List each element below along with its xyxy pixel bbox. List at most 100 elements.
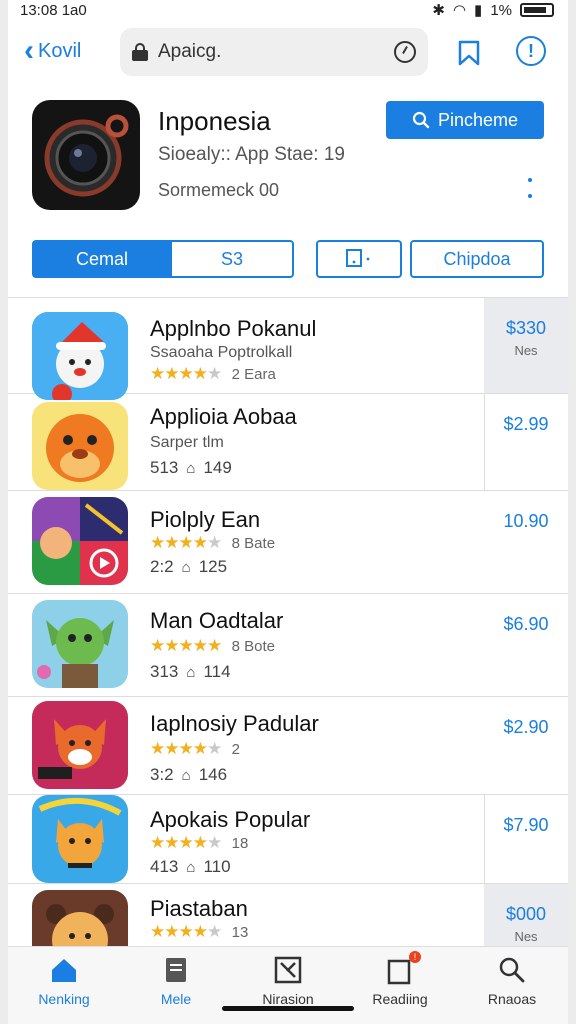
app-rating: ★★★★★ 18 (150, 833, 249, 852)
app-meta: 2:2 ⌂ 125 (150, 557, 228, 576)
install-icon: ⌂ (181, 558, 191, 576)
list-item[interactable]: Man Oadtalar ★★★★★ 8 Bote 313 ⌂ 114 $6.9… (8, 594, 568, 697)
app-name: Apokais Popular (150, 807, 311, 832)
app-price: $000 (505, 904, 547, 924)
app-icon-goblin (32, 600, 128, 688)
battery-label: 1% (490, 1, 512, 19)
list-item[interactable]: Applioia Aobaa Sarper tlm 513 ⌂ 149 $2.9… (8, 394, 568, 491)
tab-rnaoas[interactable]: Rnaoas (456, 947, 568, 1024)
list-item[interactable]: Piastaban ★★★★★ 13 $000 Nes (8, 884, 568, 946)
tab-readiing[interactable]: ! Readiing (344, 947, 456, 1024)
app-price: $6.90 (503, 614, 549, 634)
install-icon: ⌂ (186, 858, 196, 876)
app-rating: ★★★★★ 2 Eara (150, 364, 276, 383)
app-name: Iaplnosiy Padular (150, 711, 319, 736)
list-item[interactable]: Applnbo Pokanul Ssaoaha Poptrolkall ★★★★… (8, 298, 568, 400)
notifications-icon: ! (385, 951, 421, 985)
tab-bar: Nenking Mele Nirasion ! Readiing Rnaoas (8, 946, 568, 1024)
list-item[interactable]: Iaplnosiy Padular ★★★★★ 2 3:2 ⌂ 146 $2.9… (8, 697, 568, 795)
install-icon: ⌂ (186, 663, 196, 681)
star-rating-icon: ★★★★★ (150, 739, 222, 758)
lock-icon (132, 43, 148, 61)
segment-control: Cemal S3 Chipdoa (8, 240, 568, 278)
app-icon (32, 100, 140, 210)
app-rating: ★★★★★ 8 Bote (150, 636, 276, 655)
app-icon-bear (32, 890, 128, 946)
home-icon (52, 959, 76, 982)
star-rating-icon: ★★★★★ (150, 922, 222, 941)
app-name: Piolply Ean (150, 507, 261, 532)
chevron-left-icon: ‹ (24, 34, 34, 67)
segment-tab-1[interactable]: Cemal (32, 240, 172, 278)
bluetooth-icon: ✱ (432, 2, 445, 19)
app-meta: Sormemeck 00 (158, 180, 280, 200)
price-column[interactable]: $6.90 (484, 594, 568, 696)
app-icon-bird (32, 402, 128, 490)
price-column[interactable]: $000 Nes (484, 884, 568, 946)
more-options-icon[interactable] (527, 178, 533, 198)
back-label: Kovil (38, 39, 82, 62)
tab-label: Nirasion (262, 991, 314, 1007)
price-column[interactable]: $7.90 (484, 795, 568, 883)
app-meta: 413 ⌂ 110 (150, 857, 231, 876)
tab-label: Rnaoas (487, 991, 537, 1007)
price-column[interactable]: $2.99 (484, 394, 568, 490)
app-icon-santa (32, 312, 128, 400)
list-item[interactable]: Piolply Ean ★★★★★ 8 Bate 2:2 ⌂ 125 10.90 (8, 491, 568, 594)
app-rating: ★★★★★ 13 (150, 922, 249, 941)
app-icon-collage (32, 497, 128, 585)
status-time: 13:08 1a0 (20, 1, 87, 19)
tab-label: Mele (160, 991, 192, 1007)
list-item[interactable]: Apokais Popular ★★★★★ 18 413 ⌂ 110 $7.90 (8, 795, 568, 884)
app-rating: ★★★★★ 8 Bate (150, 533, 276, 552)
star-rating-icon: ★★★★★ (150, 533, 222, 552)
search-icon (499, 957, 525, 983)
phone-screen: 13:08 1a0 ✱ ◠ ▮ 1% ‹ Kovil Apaicg. ! Inp… (8, 0, 568, 1024)
app-list: Applnbo Pokanul Ssaoaha Poptrolkall ★★★★… (8, 298, 568, 946)
tab-label: Nenking (38, 991, 90, 1007)
app-name: Applioia Aobaa (150, 404, 297, 429)
tab-mele[interactable]: Mele (120, 947, 232, 1024)
app-meta: 3:2 ⌂ 146 (150, 765, 228, 784)
app-price: $330 (505, 318, 547, 338)
segment-tab-4[interactable]: Chipdoa (410, 240, 544, 278)
primary-action-button[interactable]: Pinchemе (386, 101, 544, 139)
signal-icon: ▮ (474, 2, 483, 19)
app-name: Applnbo Pokanul (150, 316, 317, 341)
clock-icon[interactable] (394, 41, 416, 63)
wifi-icon: ◠ (452, 2, 467, 19)
app-price: 10.90 (503, 511, 549, 531)
search-input[interactable]: Apaicg. (120, 28, 428, 76)
home-indicator (222, 1006, 354, 1011)
price-column[interactable]: $2.90 (484, 697, 568, 794)
notification-badge: ! (409, 951, 421, 963)
app-icon-cat (32, 795, 128, 883)
document-icon (166, 958, 186, 982)
app-subtitle: Sioealy:: App Stae: 19 (158, 144, 345, 165)
app-subtitle: Ssaoaha Poptrolkall (150, 344, 293, 361)
search-icon (412, 111, 430, 129)
segment-tab-2[interactable]: S3 (170, 240, 294, 278)
app-rating: ★★★★★ 2 (150, 739, 241, 758)
info-icon[interactable]: ! (516, 36, 546, 66)
segment-tab-3[interactable] (316, 240, 402, 278)
back-button[interactable]: ‹ Kovil (24, 36, 81, 66)
search-text: Apaicg. (158, 41, 222, 62)
price-note: Nes (514, 343, 538, 358)
price-column[interactable]: $330 Nes (484, 298, 568, 393)
tab-ranking[interactable]: Nenking (8, 947, 120, 1024)
battery-icon (520, 3, 554, 17)
primary-button-label: Pinchemе (437, 109, 519, 130)
install-icon: ⌂ (186, 459, 196, 477)
app-price: $2.99 (503, 414, 549, 434)
app-title: Inponesia (158, 106, 271, 136)
tab-nirasion[interactable]: Nirasion (232, 947, 344, 1024)
price-column[interactable]: 10.90 (484, 491, 568, 593)
app-meta: 313 ⌂ 114 (150, 662, 231, 681)
status-bar: 13:08 1a0 ✱ ◠ ▮ 1% (8, 0, 568, 20)
star-rating-icon: ★★★★★ (150, 636, 222, 655)
tab-label: Readiing (372, 991, 428, 1007)
app-icon-fox (32, 701, 128, 789)
app-meta: 513 ⌂ 149 (150, 458, 232, 477)
bookmark-icon[interactable] (458, 40, 480, 66)
